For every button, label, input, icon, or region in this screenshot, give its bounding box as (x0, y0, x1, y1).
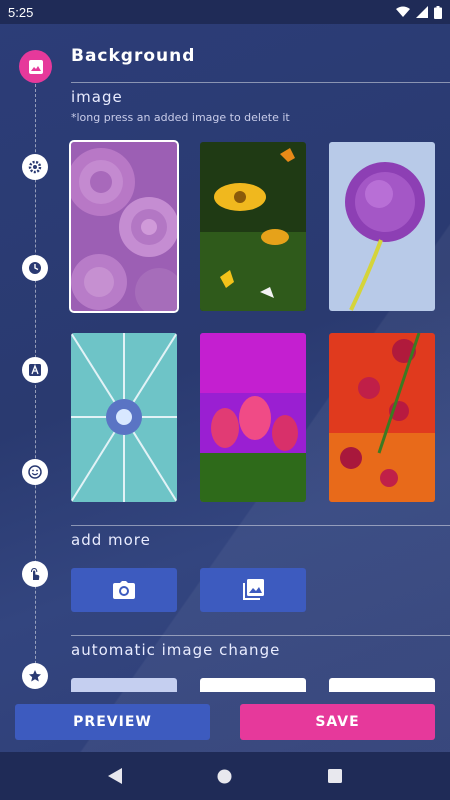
system-nav-bar (0, 752, 450, 800)
poppies-image (329, 333, 435, 502)
star-icon (29, 670, 41, 682)
preview-button[interactable]: PREVIEW (15, 704, 210, 740)
battery-icon (434, 5, 442, 19)
auto-change-divider (71, 635, 450, 636)
allium-image (329, 142, 435, 311)
signal-icon (416, 6, 428, 18)
auto-change-option[interactable] (329, 678, 435, 692)
cyan-burst-image (71, 333, 177, 502)
camera-icon (113, 581, 135, 599)
favorites-section-marker[interactable] (22, 663, 48, 689)
status-bar: 5:25 (0, 0, 450, 24)
image-thumb-roses[interactable] (69, 140, 179, 313)
gallery-icon (243, 579, 264, 600)
status-time: 5:25 (8, 4, 34, 20)
auto-change-title: automatic image change (71, 641, 281, 659)
touch-icon (31, 567, 40, 580)
add-from-camera-button[interactable] (71, 568, 177, 612)
time-section-marker[interactable] (22, 255, 48, 281)
back-icon[interactable] (107, 768, 122, 784)
clock-icon (29, 262, 41, 274)
save-button[interactable]: SAVE (240, 704, 435, 740)
image-thumb-tulips[interactable] (200, 333, 306, 502)
auto-change-option[interactable] (71, 678, 177, 692)
settings-section-marker[interactable] (22, 154, 48, 180)
image-section-title: image (71, 88, 123, 106)
image-icon (28, 59, 43, 74)
header-divider (71, 82, 450, 83)
butterflies-image (200, 142, 306, 311)
image-thumb-poppies[interactable] (329, 333, 435, 502)
image-thumb-allium[interactable] (329, 142, 435, 311)
add-more-title: add more (71, 531, 151, 549)
text-icon (29, 364, 41, 376)
image-section-hint: *long press an added image to delete it (71, 111, 290, 124)
recents-icon[interactable] (328, 769, 343, 783)
smiley-icon (28, 465, 42, 479)
image-thumb-cyan-burst[interactable] (71, 333, 177, 502)
text-section-marker[interactable] (22, 357, 48, 383)
home-icon[interactable] (217, 769, 232, 784)
page-title: Background (71, 46, 196, 66)
image-thumb-butterflies[interactable] (200, 142, 306, 311)
gear-icon (28, 160, 42, 174)
emoji-section-marker[interactable] (22, 459, 48, 485)
image-section-marker[interactable] (19, 50, 52, 83)
add-more-divider (71, 525, 450, 526)
status-icons (396, 5, 442, 19)
wifi-icon (396, 6, 410, 17)
add-from-gallery-button[interactable] (200, 568, 306, 612)
tulips-image (200, 333, 306, 502)
auto-change-option[interactable] (200, 678, 306, 692)
touch-section-marker[interactable] (22, 561, 48, 587)
roses-image (71, 142, 177, 311)
